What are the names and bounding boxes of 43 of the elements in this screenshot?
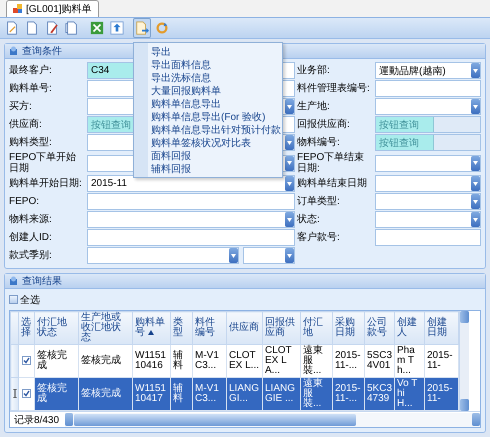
field-placeholder: 按钮查询 [378, 136, 419, 150]
table-cell: 2015-11- [424, 378, 458, 410]
field-placeholder: 按钮查询 [90, 118, 131, 132]
field-label: 买方: [9, 101, 33, 112]
field-value: C34 [90, 65, 110, 76]
field-label: 客户款号: [297, 232, 341, 243]
table-cell: 签核完成 [34, 378, 78, 410]
table-cell: Vo Thi H... [394, 378, 424, 410]
field-label: 款式季别: [9, 250, 53, 261]
field-label: 料件管理表编号: [297, 83, 371, 94]
table-cell: 辅料 [170, 378, 192, 410]
field-placeholder: 按钮查询 [378, 118, 419, 132]
table-cell: LIANG GI... [226, 378, 262, 410]
field-label: 购料单结束日期 [297, 178, 368, 189]
field-label: 物料来源: [9, 214, 53, 225]
field-label: 状态: [297, 214, 321, 225]
field-label: 最终客户: [9, 65, 53, 76]
table-cell: LIANG GIE ... [262, 378, 300, 410]
table-cell: 签核完成 [78, 378, 132, 410]
record-count: 记录8/430 [13, 414, 60, 426]
panel-title: 查询结果 [22, 274, 62, 288]
field-value: 運動品牌(越南) [378, 64, 446, 78]
field-label: 购料单开始日期: [9, 178, 83, 189]
field-label: FEPO下单结束日期: [297, 152, 366, 174]
table-cell: 2015-11-... [332, 378, 364, 410]
field-label: 供应商: [9, 119, 43, 130]
field-label: 生产地: [297, 101, 331, 112]
field-label: 回报供应商: [297, 119, 351, 130]
field-label: 购料类型: [9, 137, 53, 148]
field-value: 2015-11 [90, 178, 127, 189]
field-label: 订单类型: [297, 196, 341, 207]
checkbox-label: 全选 [20, 294, 40, 306]
table-cell: 5KC34739 [364, 378, 394, 410]
field-label: 创建人ID: [9, 232, 53, 243]
table-cell: 遠東服裝... [300, 378, 332, 410]
field-label: FEPO: [9, 196, 40, 207]
field-label: 物料编号: [297, 137, 341, 148]
panel-title: 查询条件 [22, 44, 62, 58]
table-cell: W115110417 [132, 378, 170, 410]
table-cell: M-V1C3... [192, 378, 226, 410]
field-label: 购料单号: [9, 83, 53, 94]
field-label: 业务部: [297, 65, 331, 76]
field-label: FEPO下单开始日期 [9, 152, 78, 174]
